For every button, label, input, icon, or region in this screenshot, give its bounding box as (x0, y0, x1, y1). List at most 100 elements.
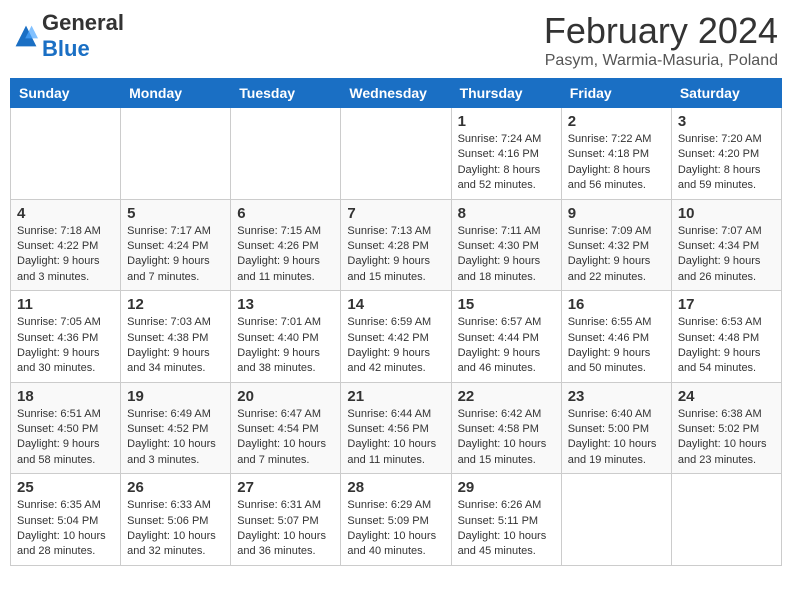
calendar-cell: 9 Sunrise: 7:09 AMSunset: 4:32 PMDaylight… (561, 199, 671, 291)
day-number: 17 (678, 296, 775, 313)
day-info: Sunrise: 6:55 AMSunset: 4:46 PMDaylight:… (568, 315, 665, 377)
day-number: 25 (17, 479, 114, 496)
logo-text-general: General (42, 10, 124, 35)
logo: General Blue (14, 10, 124, 62)
day-number: 28 (347, 479, 444, 496)
title-section: February 2024 Pasym, Warmia-Masuria, Pol… (544, 10, 778, 70)
day-number: 6 (237, 205, 334, 222)
calendar-cell: 11Sunrise: 7:05 AMSunset: 4:36 PMDayligh… (11, 291, 121, 383)
header-cell-friday: Friday (561, 79, 671, 108)
day-number: 1 (458, 113, 555, 130)
day-number: 14 (347, 296, 444, 313)
logo-icon (14, 24, 38, 48)
calendar-cell (121, 108, 231, 200)
week-row-3: 11Sunrise: 7:05 AMSunset: 4:36 PMDayligh… (11, 291, 782, 383)
day-number: 5 (127, 205, 224, 222)
day-info: Sunrise: 7:11 AMSunset: 4:30 PMDaylight:… (458, 224, 555, 286)
day-number: 15 (458, 296, 555, 313)
day-info: Sunrise: 6:51 AMSunset: 4:50 PMDaylight:… (17, 407, 114, 469)
calendar-cell: 23 Sunrise: 6:40 AMSunset: 5:00 PMDayligh… (561, 382, 671, 474)
day-info: Sunrise: 6:44 AMSunset: 4:56 PMDaylight:… (347, 407, 444, 469)
header-cell-monday: Monday (121, 79, 231, 108)
day-info: Sunrise: 7:13 AMSunset: 4:28 PMDaylight:… (347, 224, 444, 286)
calendar-cell: 6 Sunrise: 7:15 AMSunset: 4:26 PMDaylight… (231, 199, 341, 291)
day-number: 27 (237, 479, 334, 496)
day-info: Sunrise: 6:49 AMSunset: 4:52 PMDaylight:… (127, 407, 224, 469)
calendar-cell: 20 Sunrise: 6:47 AMSunset: 4:54 PMDayligh… (231, 382, 341, 474)
day-info: Sunrise: 6:57 AMSunset: 4:44 PMDaylight:… (458, 315, 555, 377)
calendar-cell: 3 Sunrise: 7:20 AMSunset: 4:20 PMDaylight… (671, 108, 781, 200)
calendar-cell: 14 Sunrise: 6:59 AMSunset: 4:42 PMDayligh… (341, 291, 451, 383)
calendar-cell: 12 Sunrise: 7:03 AMSunset: 4:38 PMDayligh… (121, 291, 231, 383)
day-info: Sunrise: 6:33 AMSunset: 5:06 PMDaylight:… (127, 498, 224, 560)
day-number: 8 (458, 205, 555, 222)
calendar-cell: 26 Sunrise: 6:33 AMSunset: 5:06 PMDayligh… (121, 474, 231, 566)
calendar-cell: 25 Sunrise: 6:35 AMSunset: 5:04 PMDayligh… (11, 474, 121, 566)
calendar-cell: 29 Sunrise: 6:26 AMSunset: 5:11 PMDayligh… (451, 474, 561, 566)
day-info: Sunrise: 7:01 AMSunset: 4:40 PMDaylight:… (237, 315, 334, 377)
day-number: 22 (458, 388, 555, 405)
calendar-cell: 5Sunrise: 7:17 AMSunset: 4:24 PMDaylight… (121, 199, 231, 291)
day-number: 16 (568, 296, 665, 313)
day-info: Sunrise: 6:53 AMSunset: 4:48 PMDaylight:… (678, 315, 775, 377)
day-number: 3 (678, 113, 775, 130)
calendar-cell: 7 Sunrise: 7:13 AMSunset: 4:28 PMDaylight… (341, 199, 451, 291)
page-header: General Blue February 2024 Pasym, Warmia… (10, 10, 782, 70)
calendar-body: 1 Sunrise: 7:24 AMSunset: 4:16 PMDaylight… (11, 108, 782, 566)
calendar-subtitle: Pasym, Warmia-Masuria, Poland (544, 52, 778, 70)
day-info: Sunrise: 6:47 AMSunset: 4:54 PMDaylight:… (237, 407, 334, 469)
day-info: Sunrise: 6:29 AMSunset: 5:09 PMDaylight:… (347, 498, 444, 560)
day-info: Sunrise: 6:59 AMSunset: 4:42 PMDaylight:… (347, 315, 444, 377)
header-cell-sunday: Sunday (11, 79, 121, 108)
day-number: 29 (458, 479, 555, 496)
day-info: Sunrise: 7:09 AMSunset: 4:32 PMDaylight:… (568, 224, 665, 286)
day-info: Sunrise: 6:38 AMSunset: 5:02 PMDaylight:… (678, 407, 775, 469)
day-number: 7 (347, 205, 444, 222)
day-info: Sunrise: 7:03 AMSunset: 4:38 PMDaylight:… (127, 315, 224, 377)
calendar-cell: 17 Sunrise: 6:53 AMSunset: 4:48 PMDayligh… (671, 291, 781, 383)
header-cell-wednesday: Wednesday (341, 79, 451, 108)
calendar-cell (231, 108, 341, 200)
day-number: 19 (127, 388, 224, 405)
week-row-5: 25 Sunrise: 6:35 AMSunset: 5:04 PMDayligh… (11, 474, 782, 566)
header-cell-thursday: Thursday (451, 79, 561, 108)
calendar-cell: 8 Sunrise: 7:11 AMSunset: 4:30 PMDaylight… (451, 199, 561, 291)
calendar-cell: 4 Sunrise: 7:18 AMSunset: 4:22 PMDaylight… (11, 199, 121, 291)
calendar-title: February 2024 (544, 10, 778, 52)
day-number: 11 (17, 296, 114, 313)
calendar-cell: 13Sunrise: 7:01 AMSunset: 4:40 PMDayligh… (231, 291, 341, 383)
day-number: 4 (17, 205, 114, 222)
calendar-cell (341, 108, 451, 200)
day-info: Sunrise: 7:20 AMSunset: 4:20 PMDaylight:… (678, 132, 775, 194)
day-info: Sunrise: 6:40 AMSunset: 5:00 PMDaylight:… (568, 407, 665, 469)
calendar-cell: 16 Sunrise: 6:55 AMSunset: 4:46 PMDayligh… (561, 291, 671, 383)
day-number: 12 (127, 296, 224, 313)
day-number: 24 (678, 388, 775, 405)
day-info: Sunrise: 6:35 AMSunset: 5:04 PMDaylight:… (17, 498, 114, 560)
week-row-1: 1 Sunrise: 7:24 AMSunset: 4:16 PMDaylight… (11, 108, 782, 200)
day-number: 26 (127, 479, 224, 496)
day-number: 10 (678, 205, 775, 222)
day-info: Sunrise: 6:26 AMSunset: 5:11 PMDaylight:… (458, 498, 555, 560)
day-info: Sunrise: 7:18 AMSunset: 4:22 PMDaylight:… (17, 224, 114, 286)
day-number: 9 (568, 205, 665, 222)
calendar-cell: 21 Sunrise: 6:44 AMSunset: 4:56 PMDayligh… (341, 382, 451, 474)
calendar-cell: 24 Sunrise: 6:38 AMSunset: 5:02 PMDayligh… (671, 382, 781, 474)
day-info: Sunrise: 7:22 AMSunset: 4:18 PMDaylight:… (568, 132, 665, 194)
calendar-table: SundayMondayTuesdayWednesdayThursdayFrid… (10, 78, 782, 566)
header-cell-saturday: Saturday (671, 79, 781, 108)
day-number: 21 (347, 388, 444, 405)
logo-text-blue: Blue (42, 36, 90, 61)
day-number: 2 (568, 113, 665, 130)
calendar-cell: 22Sunrise: 6:42 AMSunset: 4:58 PMDayligh… (451, 382, 561, 474)
day-number: 23 (568, 388, 665, 405)
header-cell-tuesday: Tuesday (231, 79, 341, 108)
calendar-cell: 15 Sunrise: 6:57 AMSunset: 4:44 PMDayligh… (451, 291, 561, 383)
day-info: Sunrise: 7:24 AMSunset: 4:16 PMDaylight:… (458, 132, 555, 194)
calendar-header: SundayMondayTuesdayWednesdayThursdayFrid… (11, 79, 782, 108)
day-number: 20 (237, 388, 334, 405)
day-info: Sunrise: 7:15 AMSunset: 4:26 PMDaylight:… (237, 224, 334, 286)
calendar-cell: 28 Sunrise: 6:29 AMSunset: 5:09 PMDayligh… (341, 474, 451, 566)
calendar-cell: 18Sunrise: 6:51 AMSunset: 4:50 PMDayligh… (11, 382, 121, 474)
calendar-cell: 19 Sunrise: 6:49 AMSunset: 4:52 PMDayligh… (121, 382, 231, 474)
